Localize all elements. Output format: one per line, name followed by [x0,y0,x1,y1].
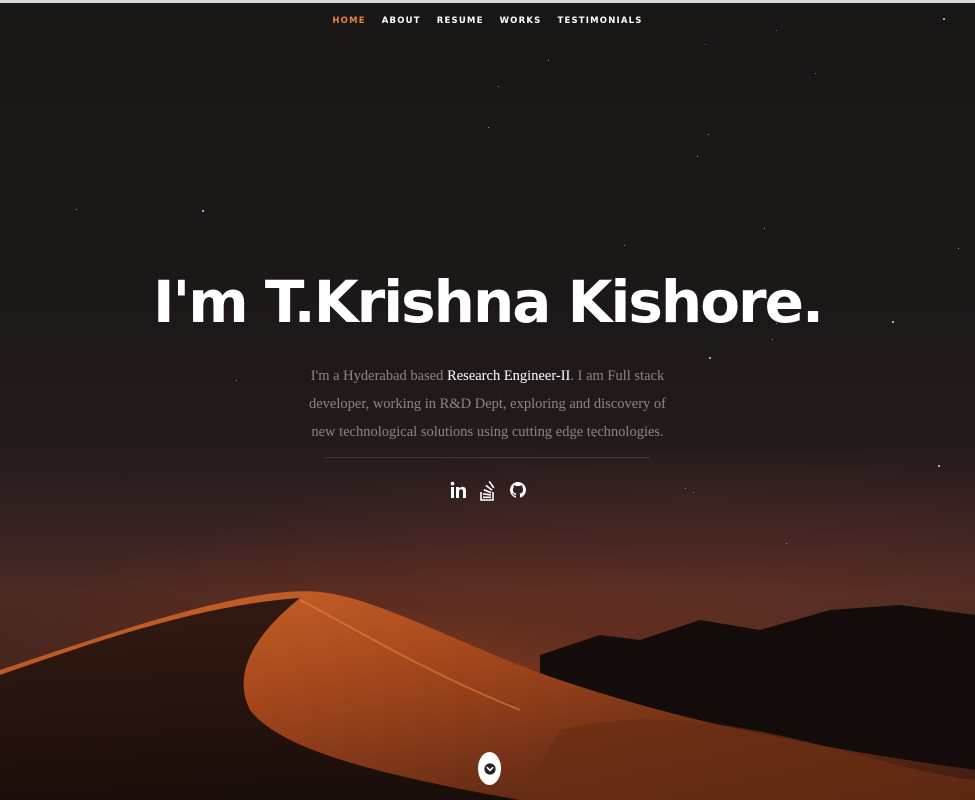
nav-resume[interactable]: RESUME [436,16,485,26]
github-icon[interactable] [509,480,526,500]
social-links [0,480,975,501]
hero-divider [325,457,650,458]
linkedin-icon[interactable] [450,480,466,500]
nav-about[interactable]: ABOUT [381,16,422,26]
nav-works[interactable]: WORKS [499,16,543,26]
nav-home[interactable]: HOME [331,16,366,26]
main-nav: HOME ABOUT RESUME WORKS TESTIMONIALS [0,16,975,26]
hero-intro: I'm a Hyderabad based Research Engineer-… [300,362,675,446]
hero-section: HOME ABOUT RESUME WORKS TESTIMONIALS I'm… [0,0,975,800]
intro-prefix: I'm a Hyderabad based [310,368,448,384]
intro-highlight: Research Engineer-II [447,368,571,384]
scroll-down-button[interactable] [478,752,501,785]
nav-testimonials[interactable]: TESTIMONIALS [556,16,643,26]
hero-headline: I'm T.Krishna Kishore. [152,268,824,336]
stackoverflow-icon[interactable] [479,480,496,501]
chevron-down-icon [483,762,496,775]
